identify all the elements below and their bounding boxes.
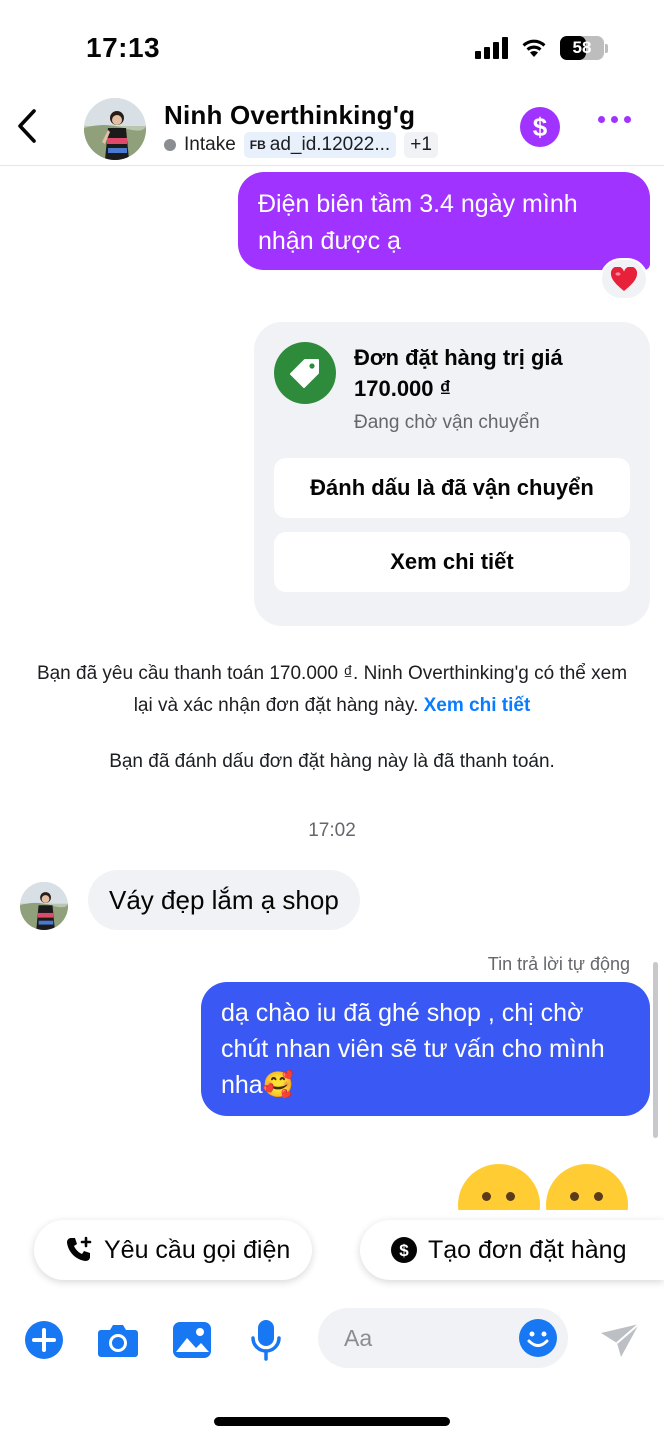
payment-button[interactable]: $ [520,107,560,147]
contact-tags: Intake FB ad_id.12022... +1 [164,132,438,158]
svg-text:$: $ [399,1241,409,1260]
plus-circle-icon [25,1321,63,1359]
quick-actions-bar: Yêu cầu gọi điện $ Tạo đơn đặt hàng [0,1210,664,1296]
contact-avatar[interactable] [84,98,146,160]
more-tags-chip[interactable]: +1 [404,132,438,158]
message-reaction[interactable] [600,258,648,300]
ad-id-chip[interactable]: FB ad_id.12022... [243,132,397,158]
order-card: Đơn đặt hàng trị giá 170.000 ₫ Đang chờ … [254,322,650,626]
cellular-signal-icon [475,37,508,59]
auto-reply-message[interactable]: dạ chào iu đã ghé shop , chị chờ chút nh… [201,982,650,1116]
outgoing-message[interactable]: Điện biên tầm 3.4 ngày mình nhận được ạ [238,172,650,270]
smiley-icon [519,1319,557,1357]
ad-id-text: ad_id.12022... [269,134,391,155]
message-composer [0,1300,664,1380]
home-indicator [214,1417,450,1426]
price-tag-icon [274,342,336,404]
phone-plus-icon [67,1236,92,1261]
wifi-icon [522,39,546,57]
dollar-icon: $ [532,111,548,142]
tag-intake[interactable]: Intake [184,134,236,156]
send-button[interactable] [598,1318,642,1362]
emoji-button[interactable] [518,1318,558,1358]
microphone-icon [251,1320,281,1361]
create-order-label: Tạo đơn đặt hàng [428,1235,627,1264]
status-time: 17:13 [86,32,161,63]
more-options-button[interactable] [598,116,631,123]
sender-avatar[interactable] [20,882,68,930]
battery-percent: 58 [572,38,592,57]
back-button[interactable] [10,104,44,148]
add-button[interactable] [22,1318,66,1362]
view-details-link[interactable]: Xem chi tiết [424,695,531,716]
status-dot-icon [164,139,176,151]
battery-indicator: 58 [560,36,608,60]
facebook-ad-icon: FB [249,138,266,152]
view-details-button[interactable]: Xem chi tiết [274,532,630,592]
dollar-circle-icon: $ [391,1237,417,1263]
call-request-label: Yêu cầu gọi điện [104,1235,291,1264]
voice-button[interactable] [244,1318,288,1362]
create-order-chip[interactable]: $ Tạo đơn đặt hàng [360,1220,664,1280]
call-request-chip[interactable]: Yêu cầu gọi điện [34,1220,313,1280]
message-timestamp: 17:02 [308,820,356,841]
gallery-button[interactable] [170,1318,214,1362]
mark-shipped-button[interactable]: Đánh dấu là đã vận chuyển [274,458,630,518]
status-bar: 17:13 58 [0,0,664,96]
paid-notice: Bạn đã đánh dấu đơn đặt hàng này là đã t… [109,751,555,772]
heart-icon [610,266,638,291]
payment-request-notice: Bạn đã yêu cầu thanh toán 170.000 ₫. Nin… [30,658,634,722]
incoming-message[interactable]: Váy đẹp lắm ạ shop [88,870,360,930]
auto-reply-label: Tin trả lời tự động [487,954,630,974]
scrollbar[interactable] [653,962,658,1138]
image-icon [173,1322,211,1358]
camera-icon [98,1325,138,1357]
camera-button[interactable] [96,1318,140,1362]
order-title: Đơn đặt hàng trị giá 170.000 ₫ [354,345,563,401]
order-status: Đang chờ vận chuyển [354,412,540,433]
send-icon [601,1323,640,1357]
chevron-left-icon [18,109,36,143]
contact-name[interactable]: Ninh Overthinking'g [164,100,415,131]
status-icons: 58 [475,36,608,60]
conversation-header: Ninh Overthinking'g Intake FB ad_id.1202… [0,96,664,166]
payment-request-text: Bạn đã yêu cầu thanh toán 170.000 ₫. Nin… [36,663,628,716]
